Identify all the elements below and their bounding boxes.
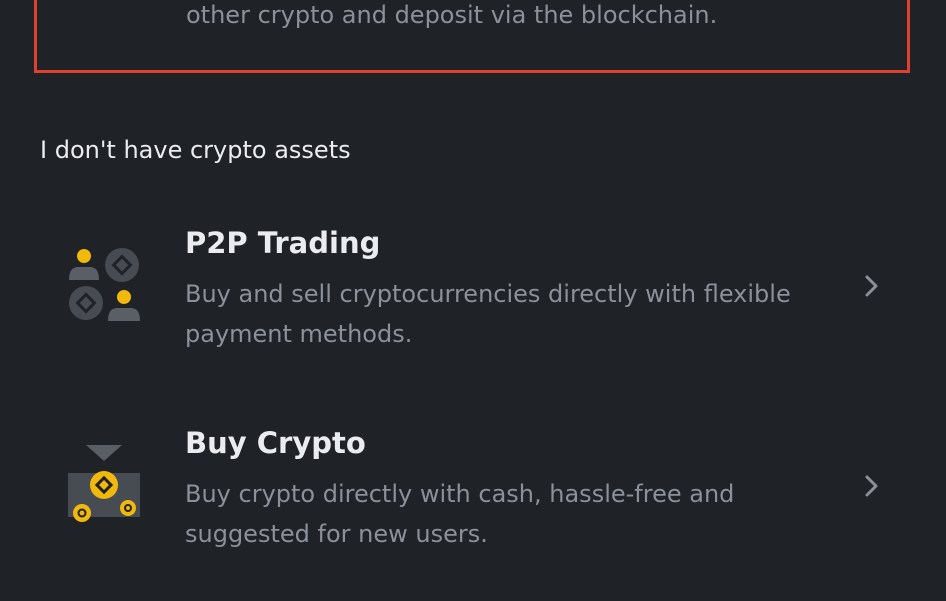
p2p-trading-option[interactable]: P2P Trading Buy and sell cryptocurrencie… (0, 215, 946, 375)
buy-crypto-description: Buy crypto directly with cash, hassle-fr… (185, 480, 735, 548)
buy-crypto-title: Buy Crypto (185, 426, 366, 460)
deposit-crypto-description: other crypto and deposit via the blockch… (186, 1, 718, 29)
buy-crypto-option[interactable]: Buy Crypto Buy crypto directly with cash… (0, 415, 946, 575)
p2p-trading-description: Buy and sell cryptocurrencies directly w… (185, 280, 791, 348)
p2p-trading-icon (66, 243, 142, 323)
deposit-options-page: other crypto and deposit via the blockch… (0, 0, 946, 601)
no-crypto-assets-heading: I don't have crypto assets (40, 136, 351, 164)
chevron-right-icon (862, 475, 882, 497)
p2p-trading-title: P2P Trading (185, 226, 381, 260)
buy-crypto-icon (66, 443, 142, 523)
chevron-right-icon (862, 275, 882, 297)
deposit-crypto-option-card[interactable]: other crypto and deposit via the blockch… (34, 0, 910, 73)
